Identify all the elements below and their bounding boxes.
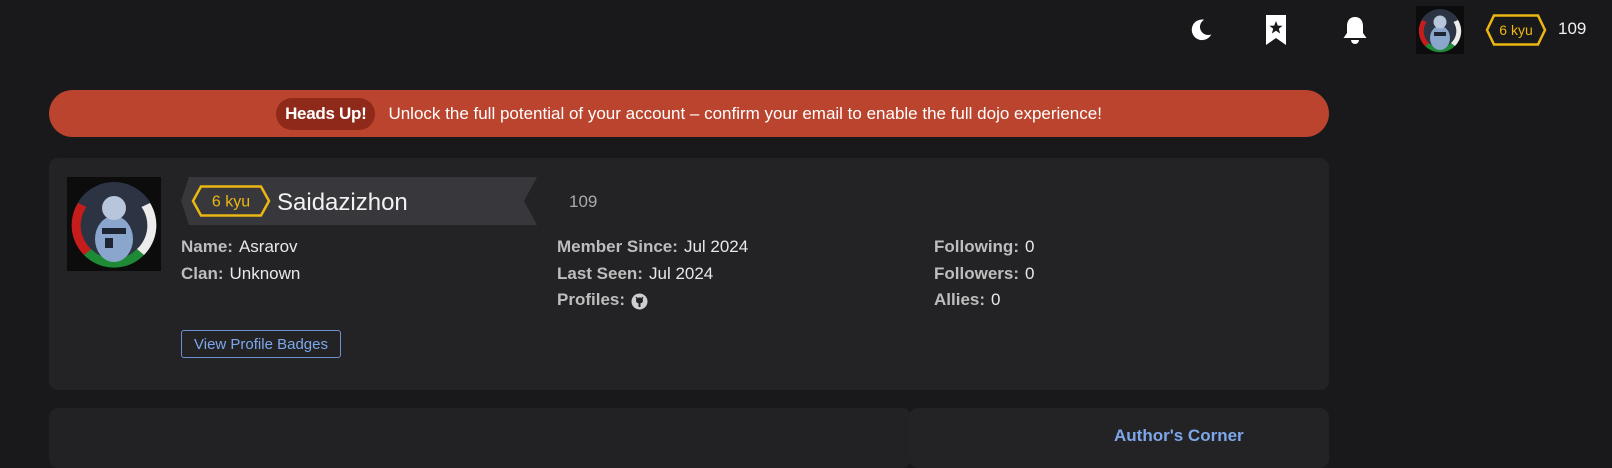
info-row-clan: Clan: Unknown bbox=[181, 261, 300, 288]
authors-corner-link[interactable]: Author's Corner bbox=[1114, 426, 1244, 446]
name-value: Asrarov bbox=[238, 237, 298, 256]
allies-value: 0 bbox=[991, 290, 1001, 309]
clan-value: Unknown bbox=[229, 263, 301, 283]
info-column-identity: Name: Asrarov Clan: Unknown bbox=[181, 234, 300, 287]
profile-avatar bbox=[67, 177, 161, 271]
username-bar: 6 kyu Saidazizhon bbox=[181, 177, 551, 225]
info-row-profiles: Profiles: bbox=[557, 287, 748, 314]
bookmark-star-icon[interactable] bbox=[1258, 12, 1294, 48]
following-value: 0 bbox=[1024, 237, 1035, 256]
info-row-name: Name: Asrarov bbox=[181, 234, 300, 261]
banner-message: Unlock the full potential of your accoun… bbox=[388, 103, 1102, 123]
profile-rank-text: 6 kyu bbox=[212, 194, 250, 211]
rank-badge: 6 kyu bbox=[1485, 14, 1547, 51]
info-row-allies: Allies: 0 bbox=[934, 287, 1034, 314]
member-since-label: Member Since: bbox=[557, 237, 678, 256]
following-label: Following: bbox=[934, 237, 1019, 256]
bell-icon[interactable] bbox=[1337, 12, 1373, 48]
info-column-social: Following: 0 Followers: 0 Allies: 0 bbox=[934, 234, 1034, 314]
top-bar: 6 kyu 109 bbox=[0, 0, 1612, 60]
username: Saidazizhon bbox=[277, 189, 408, 216]
stats-panel bbox=[49, 408, 911, 468]
profile-card: 6 kyu Saidazizhon 109 Name: Asrarov Clan… bbox=[49, 158, 1329, 390]
member-since-value: Jul 2024 bbox=[683, 237, 749, 256]
name-label: Name: bbox=[181, 237, 233, 256]
followers-value: 0 bbox=[1025, 263, 1035, 283]
allies-label: Allies: bbox=[934, 290, 986, 309]
profile-rank-badge: 6 kyu bbox=[191, 185, 271, 222]
last-seen-label: Last Seen: bbox=[557, 263, 643, 283]
github-icon[interactable] bbox=[631, 292, 648, 310]
profile-honor: 109 bbox=[569, 192, 598, 211]
followers-label: Followers: bbox=[934, 263, 1020, 283]
info-row-following: Following: 0 bbox=[934, 234, 1034, 261]
authors-corner-panel: Author's Corner bbox=[909, 408, 1329, 468]
email-confirm-banner: Heads Up! Unlock the full potential of y… bbox=[49, 90, 1329, 137]
last-seen-value: Jul 2024 bbox=[648, 263, 714, 283]
honor-score: 109 bbox=[1558, 19, 1587, 38]
profiles-label: Profiles: bbox=[557, 290, 626, 309]
info-row-last-seen: Last Seen: Jul 2024 bbox=[557, 261, 748, 288]
heads-up-label: Heads Up! bbox=[276, 97, 376, 130]
clan-label: Clan: bbox=[181, 263, 224, 283]
avatar[interactable] bbox=[1416, 6, 1464, 54]
rank-text: 6 kyu bbox=[1499, 22, 1532, 38]
info-column-activity: Member Since: Jul 2024 Last Seen: Jul 20… bbox=[557, 234, 748, 314]
info-row-followers: Followers: 0 bbox=[934, 261, 1034, 288]
info-row-member-since: Member Since: Jul 2024 bbox=[557, 234, 748, 261]
view-profile-badges-button[interactable]: View Profile Badges bbox=[181, 330, 341, 358]
moon-icon[interactable] bbox=[1183, 12, 1219, 48]
